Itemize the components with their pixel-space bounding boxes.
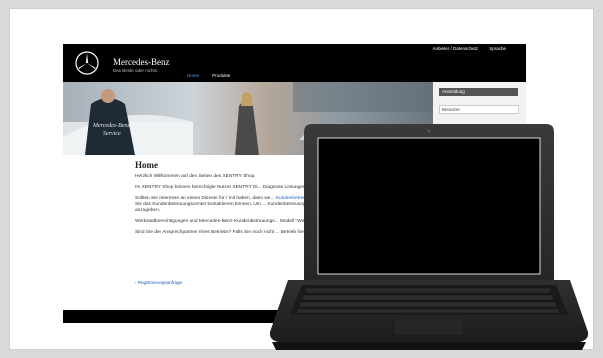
registration-request-link[interactable]: › Registrierungsanfrage (135, 280, 182, 285)
main-nav: Home Produkte (187, 73, 242, 78)
top-links: Anbieter / Datenschutz Sprache (422, 46, 506, 51)
svg-text:Service: Service (103, 131, 121, 137)
contact-text-a: Sollten Sie Interesse an einem Dienste f… (135, 196, 275, 201)
svg-text:Mercedes-Benz: Mercedes-Benz (92, 123, 130, 129)
mercedes-star-logo-icon (75, 51, 99, 75)
imprint-link[interactable]: Anbieter / Datenschutz (432, 46, 478, 51)
username-field[interactable]: Benutzer (439, 105, 519, 114)
language-link[interactable]: Sprache (489, 46, 506, 51)
brand-tagline: Das Beste oder nichts. (113, 68, 159, 73)
brand-name: Mercedes-Benz (113, 57, 170, 67)
login-heading: Anmeldung (439, 88, 518, 96)
nav-home[interactable]: Home (187, 73, 199, 78)
nav-products[interactable]: Produkte (212, 73, 230, 78)
laptop-image (269, 124, 589, 350)
site-header: Mercedes-Benz Das Beste oder nichts. Anb… (63, 44, 526, 82)
registration-link-label[interactable]: Registrierungsanfrage (138, 280, 182, 285)
